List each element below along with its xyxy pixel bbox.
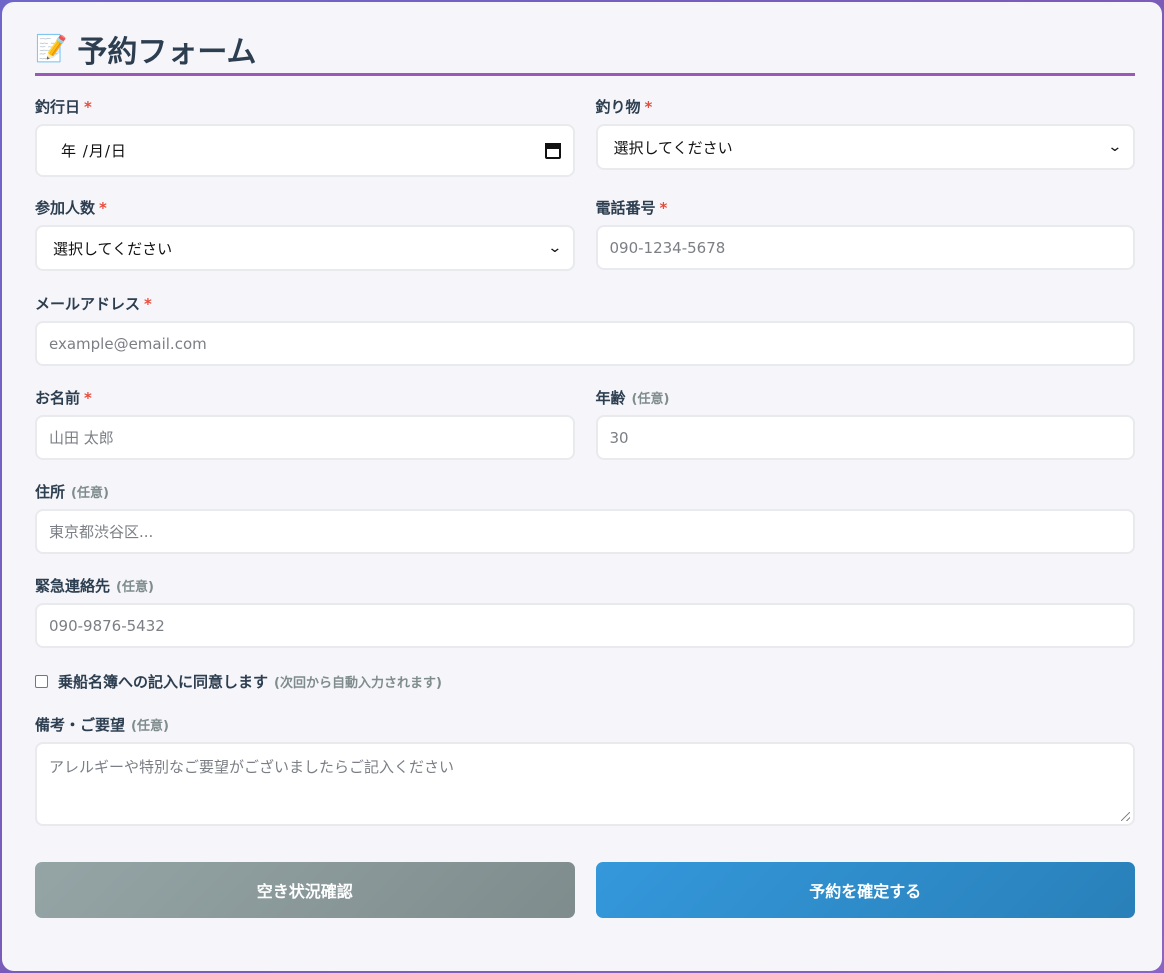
field-target-fish: 釣り物 * 選択してください ⌄ bbox=[595, 96, 1135, 177]
phone-label: 電話番号 * bbox=[595, 199, 668, 217]
fishing-date-label: 釣行日 * bbox=[35, 98, 92, 116]
name-placeholder: 山田 太郎 bbox=[49, 429, 114, 447]
age-input[interactable]: 30 bbox=[595, 415, 1135, 460]
emergency-contact-label: 緊急連絡先 (任意) bbox=[35, 577, 154, 595]
row-date-fish: 釣行日 * 年 /月/日 釣り物 * 選択してください ⌄ bbox=[35, 96, 1135, 177]
target-fish-label: 釣り物 * bbox=[595, 98, 653, 116]
required-mark: * bbox=[144, 295, 152, 313]
consent-row: 乗船名簿への記入に同意します (次回から自動入力されます) bbox=[35, 668, 1135, 694]
row-participants-phone: 参加人数 * 選択してください ⌄ 電話番号 * 090-1234-5678 bbox=[35, 197, 1135, 271]
field-age: 年齢 (任意) 30 bbox=[595, 387, 1135, 460]
optional-tag: (任意) bbox=[71, 486, 109, 501]
chevron-down-icon: ⌄ bbox=[547, 240, 563, 256]
field-email: メールアドレス * example@email.com bbox=[35, 293, 1135, 366]
name-label: お名前 * bbox=[35, 389, 92, 407]
required-mark: * bbox=[644, 98, 653, 116]
email-input[interactable]: example@email.com bbox=[35, 321, 1135, 366]
field-emergency-contact: 緊急連絡先 (任意) 090-9876-5432 bbox=[35, 575, 1135, 648]
name-input[interactable]: 山田 太郎 bbox=[35, 415, 575, 460]
form-header: 📝 予約フォーム bbox=[35, 32, 1135, 76]
optional-tag: (任意) bbox=[631, 392, 670, 407]
emergency-contact-input[interactable]: 090-9876-5432 bbox=[35, 603, 1135, 648]
address-label: 住所 (任意) bbox=[35, 483, 109, 501]
field-phone: 電話番号 * 090-1234-5678 bbox=[595, 197, 1135, 271]
calendar-icon[interactable] bbox=[544, 142, 561, 159]
age-placeholder: 30 bbox=[609, 428, 629, 447]
phone-placeholder: 090-1234-5678 bbox=[609, 238, 726, 257]
address-placeholder: 東京都渋谷区... bbox=[49, 523, 154, 541]
optional-tag: (任意) bbox=[131, 719, 169, 734]
email-placeholder: example@email.com bbox=[49, 334, 207, 353]
remarks-label: 備考・ご要望 (任意) bbox=[35, 716, 169, 734]
date-value: 年 /月/日 bbox=[61, 142, 127, 160]
emergency-contact-placeholder: 090-9876-5432 bbox=[49, 616, 165, 635]
phone-input[interactable]: 090-1234-5678 bbox=[595, 225, 1135, 270]
required-mark: * bbox=[84, 98, 92, 116]
optional-tag: (任意) bbox=[116, 580, 154, 595]
button-row: 空き状況確認 予約を確定する bbox=[35, 862, 1135, 918]
select-value: 選択してください bbox=[53, 239, 173, 258]
resize-handle-icon[interactable] bbox=[1121, 812, 1130, 821]
field-remarks: 備考・ご要望 (任意) アレルギーや特別なご要望がございましたらご記入ください bbox=[35, 714, 1135, 826]
age-label: 年齢 (任意) bbox=[595, 389, 670, 407]
required-mark: * bbox=[659, 199, 668, 217]
confirm-reservation-button[interactable]: 予約を確定する bbox=[595, 862, 1135, 918]
select-value: 選択してください bbox=[613, 138, 733, 157]
required-mark: * bbox=[99, 199, 107, 217]
consent-checkbox[interactable] bbox=[35, 674, 48, 688]
page-title: 予約フォーム bbox=[77, 34, 257, 70]
chevron-down-icon: ⌄ bbox=[1107, 139, 1123, 155]
required-mark: * bbox=[84, 389, 92, 407]
email-label: メールアドレス * bbox=[35, 295, 152, 313]
field-name: お名前 * 山田 太郎 bbox=[35, 387, 575, 460]
consent-label[interactable]: 乗船名簿への記入に同意します bbox=[58, 671, 268, 692]
remarks-textarea[interactable]: アレルギーや特別なご要望がございましたらご記入ください bbox=[35, 742, 1135, 826]
field-fishing-date: 釣行日 * 年 /月/日 bbox=[35, 96, 575, 177]
target-fish-select[interactable]: 選択してください ⌄ bbox=[595, 124, 1135, 170]
participants-label: 参加人数 * bbox=[35, 199, 107, 217]
field-participants: 参加人数 * 選択してください ⌄ bbox=[35, 197, 575, 271]
participants-select[interactable]: 選択してください ⌄ bbox=[35, 225, 575, 271]
address-input[interactable]: 東京都渋谷区... bbox=[35, 509, 1135, 554]
field-address: 住所 (任意) 東京都渋谷区... bbox=[35, 481, 1135, 554]
row-name-age: お名前 * 山田 太郎 年齢 (任意) 30 bbox=[35, 387, 1135, 460]
fishing-date-input[interactable]: 年 /月/日 bbox=[35, 124, 575, 177]
remarks-placeholder: アレルギーや特別なご要望がございましたらご記入ください bbox=[49, 758, 455, 776]
check-availability-button[interactable]: 空き状況確認 bbox=[35, 862, 575, 918]
reservation-card: 📝 予約フォーム 釣行日 * 年 /月/日 釣り物 * 選択してください ⌄ 参加人… bbox=[2, 2, 1162, 971]
memo-icon: 📝 bbox=[35, 33, 68, 64]
consent-note: (次回から自動入力されます) bbox=[274, 675, 442, 691]
